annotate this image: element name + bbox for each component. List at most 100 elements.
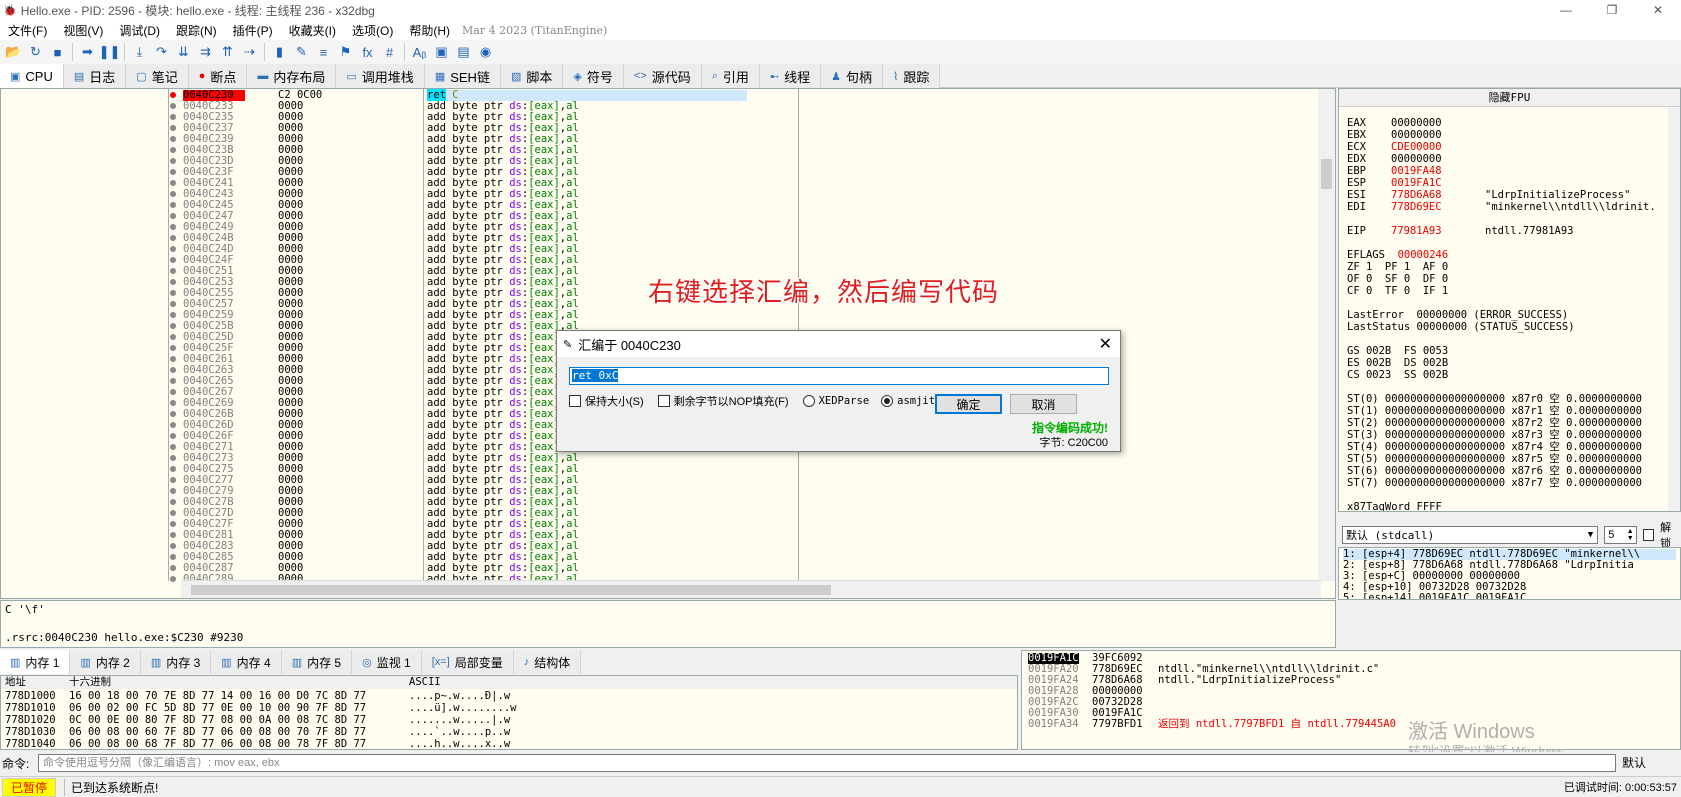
breakpoint-dot-icon[interactable]: [170, 103, 176, 109]
stack-view[interactable]: 0019FA1C 39FC6092 0019FA20 778D69EC ntdll."m…: [1021, 650, 1681, 750]
memory-dump[interactable]: 地址 十六进制 ASCII 778D1000 16 00 18 00 70 7E …: [0, 675, 1018, 750]
execute-till-return-icon[interactable]: ⇈: [218, 43, 237, 62]
fpu-row[interactable]: ST(5) 0000000000000000000 x87r5 空 0.0000…: [1347, 453, 1656, 465]
step-into-icon[interactable]: ⤓: [130, 43, 149, 62]
tab-notes[interactable]: ▢ 笔记: [126, 64, 189, 88]
breakpoint-dot-icon[interactable]: [170, 411, 176, 417]
arg-count-spinner[interactable]: 5 ▲ ▼: [1604, 526, 1637, 544]
register-value[interactable]: 778D6A68: [1391, 189, 1485, 201]
calculator-icon[interactable]: ▣: [432, 43, 451, 62]
tab-memory[interactable]: ▥ 内存 3: [140, 650, 212, 674]
register-row[interactable]: EDI 778D69EC "minkernel\\ntdll\\ldrinit.: [1347, 201, 1656, 213]
disasm-horizontal-scrollbar[interactable]: [181, 580, 1321, 598]
label-icon[interactable]: ≡: [314, 43, 333, 62]
menu-item[interactable]: 帮助(H): [401, 22, 458, 39]
breakpoint-dot-icon[interactable]: [170, 565, 176, 571]
tab-call-stack[interactable]: ▭ 调用堆栈: [336, 64, 425, 88]
register-value[interactable]: CDE00000: [1391, 141, 1485, 153]
asmjit-radio[interactable]: [881, 395, 894, 407]
breakpoint-dot-icon[interactable]: [170, 554, 176, 560]
breakpoint-dot-icon[interactable]: [170, 180, 176, 186]
breakpoint-dot-icon[interactable]: [170, 477, 176, 483]
register-row[interactable]: ECX CDE00000: [1347, 141, 1656, 153]
menu-item[interactable]: 选项(O): [344, 22, 401, 39]
breakpoint-dot-icon[interactable]: [170, 444, 176, 450]
breakpoint-dot-icon[interactable]: [170, 334, 176, 340]
dump-row[interactable]: 778D1030 06 00 08 00 60 7F 8D 77 06 00 08…: [1, 726, 1011, 738]
command-mode-select[interactable]: 默认: [1620, 754, 1678, 772]
breakpoint-dot-icon[interactable]: [170, 400, 176, 406]
segment-row[interactable]: CS 0023 SS 002B: [1347, 369, 1656, 381]
dump-row[interactable]: 778D1020 0C 00 0E 00 80 7F 8D 77 08 00 0A…: [1, 714, 1011, 726]
tab-breakpoint[interactable]: ● 断点: [188, 64, 248, 88]
tab-locals[interactable]: [x=] 局部变量: [421, 650, 514, 674]
breakpoint-dot-icon[interactable]: [170, 532, 176, 538]
comment-icon[interactable]: ✎: [292, 43, 311, 62]
tab-struct[interactable]: ♪ 结构体: [513, 650, 582, 674]
cancel-button[interactable]: 取消: [1010, 394, 1077, 414]
segment-row[interactable]: ES 002B DS 002B: [1347, 357, 1656, 369]
tab-memory[interactable]: ▥ 内存 2: [70, 650, 141, 674]
breakpoint-dot-icon[interactable]: [170, 136, 176, 142]
breakpoint-dot-icon[interactable]: [170, 257, 176, 263]
breakpoint-dot-icon[interactable]: [170, 510, 176, 516]
breakpoint-dot-icon[interactable]: [170, 499, 176, 505]
stack-row[interactable]: 0019FA34 7797BFD1 返回到 ntdll.7797BFD1 自 ntd…: [1022, 719, 1672, 730]
breakpoint-dot-icon[interactable]: [170, 301, 176, 307]
breakpoint-dot-icon[interactable]: [170, 378, 176, 384]
register-value[interactable]: 0019FA1C: [1391, 177, 1485, 189]
breakpoint-dot-icon[interactable]: [170, 367, 176, 373]
register-row[interactable]: EBX 00000000: [1347, 129, 1656, 141]
fpu-row[interactable]: ST(1) 0000000000000000000 x87r1 空 0.0000…: [1347, 405, 1656, 417]
xedparse-radio[interactable]: [802, 395, 815, 407]
breakpoint-dot-icon[interactable]: [170, 246, 176, 252]
menu-item[interactable]: 跟踪(N): [168, 22, 225, 39]
breakpoint-dot-icon[interactable]: [170, 323, 176, 329]
breakpoint-dot-icon[interactable]: [170, 114, 176, 120]
fpu-row[interactable]: ST(3) 0000000000000000000 x87r3 空 0.0000…: [1347, 429, 1656, 441]
register-row[interactable]: EIP 77981A93 ntdll.77981A93: [1347, 225, 1656, 237]
breakpoint-dot-icon[interactable]: [170, 389, 176, 395]
register-value[interactable]: 0019FA48: [1391, 165, 1485, 177]
breakpoint-dot-icon[interactable]: [170, 433, 176, 439]
register-value[interactable]: 778D69EC: [1391, 201, 1485, 213]
keep-size-checkbox[interactable]: [569, 395, 581, 407]
breakpoint-dot-icon[interactable]: [170, 92, 176, 98]
breakpoint-dot-icon[interactable]: [170, 345, 176, 351]
close-button[interactable]: ✕: [1635, 0, 1681, 20]
unlock-checkbox[interactable]: [1642, 529, 1655, 541]
register-row[interactable]: EAX 00000000: [1347, 117, 1656, 129]
tab-handles[interactable]: ♟ 句柄: [821, 64, 884, 88]
flag-row[interactable]: ZF 1 PF 1 AF 0: [1347, 261, 1656, 273]
dialog-close-icon[interactable]: ✕: [1099, 334, 1112, 354]
tab-memory[interactable]: ▥ 内存 1: [0, 650, 71, 674]
argument-row[interactable]: 5: [esp+14] 0019FA1C 0019FA1C: [1343, 593, 1676, 600]
fpu-row[interactable]: ST(7) 0000000000000000000 x87r7 空 0.0000…: [1347, 477, 1656, 489]
breakpoint-dot-icon[interactable]: [170, 169, 176, 175]
breakpoint-dot-icon[interactable]: [170, 290, 176, 296]
register-row[interactable]: ESI 778D6A68 "LdrpInitializeProcess": [1347, 189, 1656, 201]
tab-threads[interactable]: ➸ 线程: [759, 64, 822, 88]
breakpoint-dot-icon[interactable]: [170, 213, 176, 219]
open-icon[interactable]: 📂: [4, 43, 23, 62]
breakpoint-dot-icon[interactable]: [170, 125, 176, 131]
trace-over-icon[interactable]: ⇉: [196, 43, 215, 62]
dump-row[interactable]: 778D1040 06 00 08 00 68 7F 8D 77 06 00 08…: [1, 738, 1011, 749]
breakpoint-dot-icon[interactable]: [170, 268, 176, 274]
tab-trace[interactable]: ⌇ 跟踪: [883, 64, 941, 88]
command-input[interactable]: 命令使用逗号分隔（像汇编语言）: mov eax, ebx: [38, 754, 1616, 772]
tab-references[interactable]: ⌕ 引用: [701, 64, 760, 88]
register-value[interactable]: 00000000: [1391, 153, 1485, 165]
tab-log[interactable]: ▤ 日志: [63, 64, 127, 88]
tab-seh[interactable]: ▦ SEH链: [424, 64, 501, 88]
tab-memory[interactable]: ▥ 内存 4: [211, 650, 282, 674]
register-row[interactable]: EDX 00000000: [1347, 153, 1656, 165]
tab-script[interactable]: ▧ 脚本: [500, 64, 564, 88]
breakpoint-dot-icon[interactable]: [170, 356, 176, 362]
ok-button[interactable]: 确定: [935, 394, 1002, 414]
register-row[interactable]: ESP 0019FA1C: [1347, 177, 1656, 189]
breakpoint-dot-icon[interactable]: [170, 147, 176, 153]
minimize-button[interactable]: —: [1543, 0, 1589, 20]
breakpoint-dot-icon[interactable]: [170, 455, 176, 461]
register-value[interactable]: 00000000: [1391, 129, 1485, 141]
